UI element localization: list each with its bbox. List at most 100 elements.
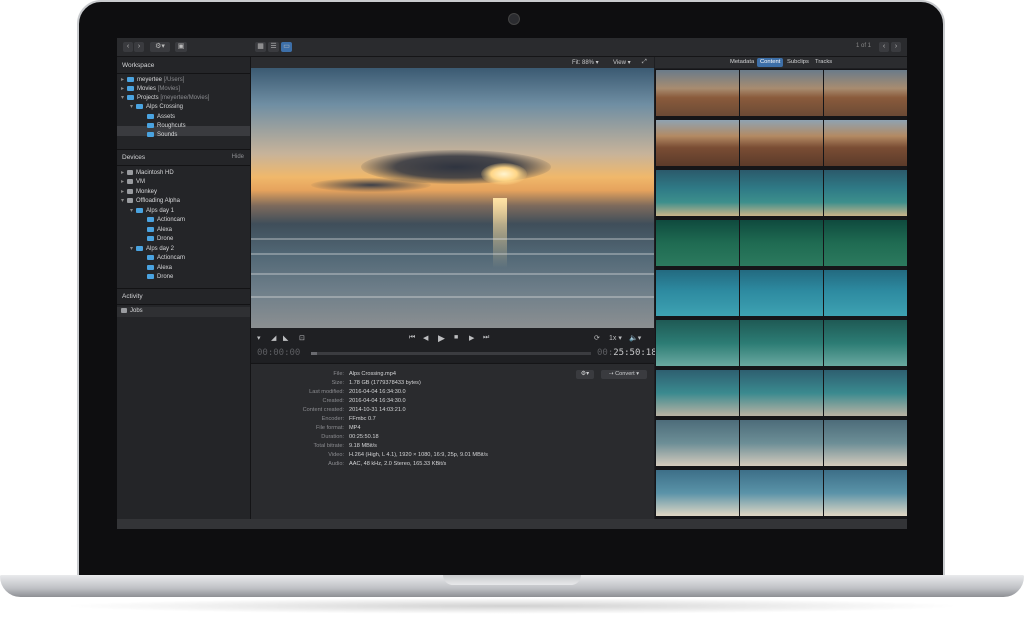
sun-glow [481,163,527,185]
info-row: Size: 1.78 GB (1779378433 bytes) [251,379,654,388]
folder-icon [147,216,154,222]
clip-thumbnail[interactable] [656,170,739,216]
clip-thumbnail[interactable] [656,70,739,116]
clip-thumbnail[interactable] [740,220,823,266]
page-prev-icon[interactable]: ‹ [879,42,889,52]
info-value: 00:25:50.18 [349,434,379,440]
clip-thumbnail[interactable] [824,120,907,166]
gear-icon[interactable]: ⚙▾ [150,42,170,52]
tab-metadata[interactable]: Metadata [727,58,757,67]
sidebar-item-alps-day-2[interactable]: ▾ Alps day 2 [130,245,174,254]
sidebar-item-alps-day-1[interactable]: ▾ Alps day 1 [130,207,174,216]
clip-thumbnail[interactable] [824,320,907,366]
fit-zoom-select[interactable]: Fit: 88% ▾ [572,59,599,66]
new-folder-icon[interactable]: ▣ [175,42,187,52]
sidebar-item-drone-1[interactable]: Drone [147,235,173,244]
folder-icon [136,207,143,213]
sidebar-item-alps-crossing[interactable]: ▾ Alps Crossing [130,103,183,112]
grid-view-icon[interactable]: ▦ [255,42,266,52]
sidebar-item-drone-2[interactable]: Drone [147,273,173,282]
sidebar-item-roughcuts[interactable]: Roughcuts [147,122,186,131]
in-point-icon[interactable]: ◢ [271,334,276,342]
clip-thumbnail[interactable] [656,470,739,516]
info-key: File: [333,371,344,377]
clip-thumbnail[interactable] [824,370,907,416]
transport-bar: ▾ ◢ ◣ ⊡ ⏮ ◀ ▶ ■ ▶ ⏭ ⟳ 1x ▾ 🔈▾ 00:00:00 0… [251,328,657,362]
sidebar-item-jobs[interactable]: Jobs [121,307,143,316]
clip-thumbnail[interactable] [824,170,907,216]
laptop-shadow [60,598,964,614]
clip-thumbnail[interactable] [740,370,823,416]
list-view-icon[interactable]: ☰ [268,42,279,52]
clip-thumbnail[interactable] [656,320,739,366]
clip-thumbnail[interactable] [656,120,739,166]
video-preview[interactable] [251,68,654,328]
sidebar-item-vm[interactable]: ▸ VM [121,178,145,187]
clip-thumbnail[interactable] [740,70,823,116]
skip-forward-icon[interactable]: ⏭ [483,334,489,342]
clip-thumbnail[interactable] [824,220,907,266]
clip-thumbnail[interactable] [656,220,739,266]
speed-select[interactable]: 1x ▾ [609,334,622,342]
info-row: File: Alps Crossing.mp4 [251,370,654,379]
crop-icon[interactable]: ⊡ [299,334,305,342]
sidebar-item-meyertee[interactable]: ▸ meyertee [/Users] [121,76,184,85]
tab-tracks[interactable]: Tracks [812,58,835,67]
info-key: Created: [322,398,344,404]
filmstrip-view-icon[interactable]: ▭ [281,42,292,52]
clip-thumbnail[interactable] [740,120,823,166]
clip-thumbnail[interactable] [824,470,907,516]
sidebar-item-actioncam-2[interactable]: Actioncam [147,254,185,263]
sidebar-item-projects[interactable]: ▾ Projects [meyertee/Movies] [121,94,209,103]
info-value: MP4 [349,425,361,431]
chevron-left-icon[interactable]: ‹ [123,42,133,52]
clip-thumbnail[interactable] [740,420,823,466]
clip-thumbnail[interactable] [740,170,823,216]
volume-icon[interactable]: 🔈▾ [629,334,641,342]
clip-thumbnail[interactable] [656,370,739,416]
clip-thumbnail[interactable] [740,270,823,316]
drive-icon [127,178,133,184]
chevron-right-icon[interactable]: › [134,42,144,52]
info-value: AAC, 48 kHz, 2.0 Stereo, 165.33 KBit/s [349,461,447,467]
step-forward-icon[interactable]: ▶ [469,334,474,342]
info-key: Last modified: [309,389,344,395]
folder-icon [147,254,154,260]
clip-thumbnail[interactable] [740,320,823,366]
folder-icon [147,226,154,232]
folder-icon [136,245,143,251]
scrubber-track[interactable] [311,352,591,355]
fullscreen-icon[interactable]: ⤢ [642,59,647,66]
clip-thumbnail[interactable] [824,270,907,316]
clip-thumbnail[interactable] [656,270,739,316]
sidebar-item-assets[interactable]: Assets [147,113,175,122]
clip-thumbnail[interactable] [740,470,823,516]
devices-hide-link[interactable]: Hide [232,154,244,160]
sidebar-item-macintosh-hd[interactable]: ▸ Macintosh HD [121,169,174,178]
info-value: 2016-04-04 16:34:30.0 [349,398,406,404]
view-menu[interactable]: View ▾ [613,59,631,66]
step-back-icon[interactable]: ◀ [423,334,428,342]
sidebar-item-offloading-alpha[interactable]: ▾ Offloading Alpha [121,197,180,206]
scrubber-progress [311,352,317,355]
page-next-icon[interactable]: › [891,42,901,52]
sidebar-item-sounds[interactable]: Sounds [147,131,177,140]
clip-thumbnail[interactable] [656,420,739,466]
clip-thumbnail[interactable] [824,70,907,116]
play-icon[interactable]: ▶ [438,333,445,344]
stop-icon[interactable]: ■ [454,334,458,341]
skip-back-icon[interactable]: ⏮ [409,334,415,342]
clip-thumbnail[interactable] [824,420,907,466]
toolbar: ‹ › ⚙▾ ▣ ▦ ☰ ▭ 1 of 1 ‹ › [117,38,907,57]
tab-content[interactable]: Content [757,58,784,67]
folder-icon [147,273,154,279]
sidebar-item-movies[interactable]: ▸ Movies [Movies] [121,85,180,94]
sidebar-item-actioncam-1[interactable]: Actioncam [147,216,185,225]
loop-icon[interactable]: ⟳ [594,334,600,342]
sidebar-item-alexa-1[interactable]: Alexa [147,226,172,235]
sidebar-item-monkey[interactable]: ▸ Monkey [121,188,157,197]
tab-subclips[interactable]: Subclips [784,58,812,67]
sidebar-item-alexa-2[interactable]: Alexa [147,264,172,273]
out-point-icon[interactable]: ◣ [283,334,288,342]
marker-icon[interactable]: ▾ [257,334,261,342]
